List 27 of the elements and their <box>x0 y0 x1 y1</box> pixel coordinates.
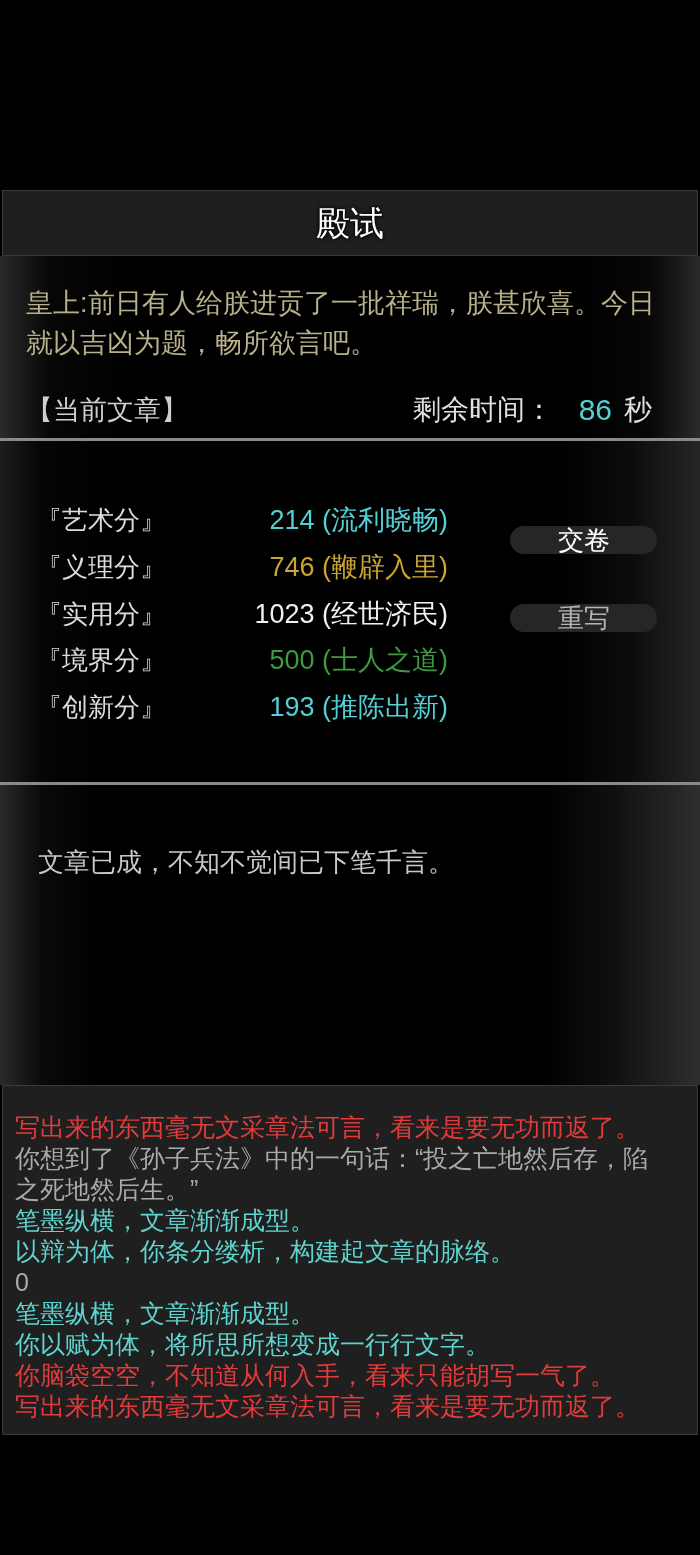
log-line: 0 <box>15 1267 30 1298</box>
score-label: 『义理分』 <box>36 551 167 585</box>
essay-heading: 【当前文章】 <box>26 394 188 427</box>
log-line: 你脑袋空空，不知道从何入手，看来只能胡写一气了。 <box>15 1360 616 1391</box>
log-line: 以辩为体，你条分缕析，构建起文章的脉络。 <box>15 1236 516 1267</box>
score-value: 214 (流利晓畅) <box>268 504 448 538</box>
timer-unit: 秒 <box>624 393 652 427</box>
log-line: 笔墨纵横，文章渐渐成型。 <box>15 1298 316 1329</box>
score-value: 746 (鞭辟入里) <box>268 551 448 585</box>
status-text: 文章已成，不知不觉间已下笔千言。 <box>38 846 455 879</box>
log-line: 笔墨纵横，文章渐渐成型。 <box>15 1205 316 1236</box>
timer-value: 86 <box>578 392 612 428</box>
score-label: 『境界分』 <box>36 644 167 678</box>
log-line: 你以赋为体，将所思所想变成一行行文字。 <box>15 1329 491 1360</box>
log-line: 写出来的东西毫无文采章法可言，看来是要无功而返了。 <box>15 1112 641 1143</box>
score-label: 『艺术分』 <box>36 504 167 538</box>
score-value: 500 (士人之道) <box>268 644 448 678</box>
log-line: 写出来的东西毫无文采章法可言，看来是要无功而返了。 <box>15 1391 641 1422</box>
timer-label: 剩余时间： <box>412 393 553 427</box>
score-label: 『创新分』 <box>36 691 167 725</box>
score-label: 『实用分』 <box>36 597 167 631</box>
log-line: 你想到了《孙子兵法》中的一句话：“投之亡地然后存，陷之死地然后生。” <box>15 1143 650 1205</box>
score-value: 193 (推陈出新) <box>268 691 448 725</box>
score-value: 1023 (经世济民) <box>253 597 448 631</box>
question-text: 皇上:前日有人给朕进贡了一批祥瑞，朕甚欣喜。今日就以吉凶为题，畅所欲言吧。 <box>26 287 656 360</box>
submit-button[interactable]: 交卷 <box>510 526 657 554</box>
window-title: 殿试 <box>316 203 384 243</box>
